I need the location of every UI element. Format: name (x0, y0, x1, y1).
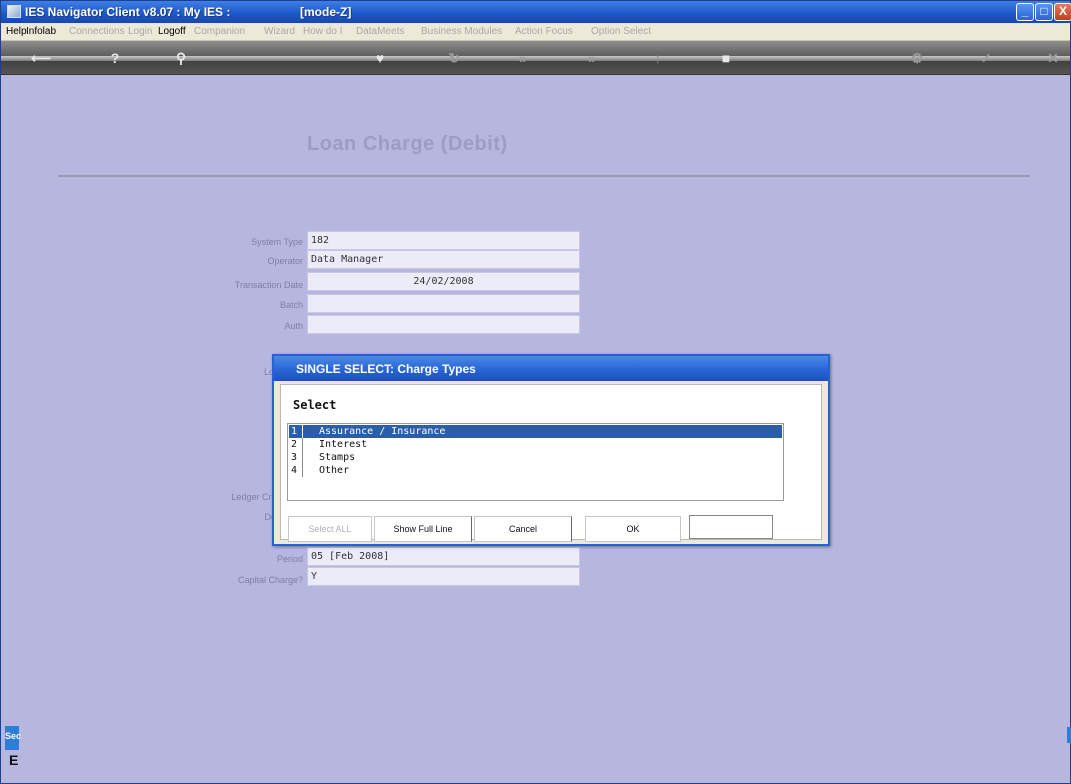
dialog-heading: Select (293, 398, 337, 412)
menu-action-focus: Action Focus (515, 26, 573, 37)
dialog-title: SINGLE SELECT: Charge Types (274, 356, 828, 381)
dialog-body: Select 1 Assurance / Insurance 2 Interes… (280, 384, 822, 542)
list-item[interactable]: 4 Other (289, 464, 782, 477)
ok-button[interactable]: OK (585, 516, 681, 542)
capital-charge-field[interactable]: Y (307, 567, 580, 586)
window-title: IES Navigator Client v8.07 : My IES : (25, 5, 231, 19)
side-glyph: E (9, 752, 19, 768)
menu-business-modules: Business Modules (421, 26, 503, 37)
list-item-label: Other (319, 465, 350, 476)
menu-wizard: Wizard (264, 26, 296, 37)
help-icon[interactable]: ? (105, 48, 125, 68)
title-bar: IES Navigator Client v8.07 : My IES : [m… (1, 1, 1071, 23)
charge-types-dialog: SINGLE SELECT: Charge Types Select 1 Ass… (272, 354, 830, 546)
auth-field[interactable] (307, 315, 580, 334)
operator-label: Operator (267, 256, 303, 266)
select-all-button: Select ALL (288, 516, 372, 542)
menu-help[interactable]: Help (6, 26, 27, 37)
menu-bar: Help Infolab Connections Login Logoff Co… (1, 23, 1070, 41)
settings-icon[interactable]: ⚙ (907, 48, 927, 68)
system-type-field[interactable]: 182 (307, 231, 580, 250)
list-item-number: 1 (291, 425, 303, 438)
menu-how-do-i: How do I (303, 26, 343, 37)
list-item-label: Stamps (319, 452, 356, 463)
list-item[interactable]: 3 Stamps (289, 451, 782, 464)
list-item-number: 4 (291, 464, 303, 477)
menu-datameets: DataMeets (356, 26, 405, 37)
check-icon[interactable]: ✓ (976, 48, 996, 68)
side-tab[interactable]: Sec (5, 726, 21, 750)
list-item-label: Interest (319, 439, 368, 450)
maximize-button[interactable]: □ (1035, 3, 1053, 21)
app-icon (7, 5, 21, 18)
heart-icon[interactable]: ♥ (370, 48, 390, 68)
forward-icon[interactable]: » (582, 48, 602, 68)
app-window: IES Navigator Client v8.07 : My IES : [m… (0, 0, 1071, 784)
charge-type-list[interactable]: 1 Assurance / Insurance 2 Interest 3 Sta… (287, 423, 784, 501)
list-item[interactable]: 1 Assurance / Insurance (289, 425, 782, 438)
period-label: Period (276, 554, 303, 564)
capital-charge-label: Capital Charge? (237, 575, 303, 585)
rewind-icon[interactable]: « (512, 48, 532, 68)
quick-select-input[interactable] (689, 515, 773, 539)
toolbar: ⟵ ? ⚲ ♥ ↻ « » ↑ ■ ⚙ ✓ ✕ (1, 41, 1070, 75)
batch-field[interactable] (307, 294, 580, 313)
batch-label: Batch (279, 300, 303, 310)
list-item-number: 2 (291, 438, 303, 451)
refresh-icon[interactable]: ↻ (444, 48, 464, 68)
menu-infolab[interactable]: Infolab (26, 26, 56, 37)
menu-login: Login (128, 26, 153, 37)
auth-label: Auth (284, 321, 303, 331)
menu-option-select: Option Select (591, 26, 652, 37)
menu-companion: Companion (194, 26, 246, 37)
list-item[interactable]: 2 Interest (289, 438, 782, 451)
list-item-number: 3 (291, 451, 303, 464)
right-edge-tab[interactable] (1067, 727, 1071, 743)
back-icon[interactable]: ⟵ (31, 48, 51, 68)
up-icon[interactable]: ↑ (648, 48, 668, 68)
operator-field[interactable]: Data Manager (307, 250, 580, 269)
stop-icon[interactable]: ■ (716, 48, 736, 68)
title-divider (58, 175, 1030, 177)
transaction-date-label: Transaction Date (234, 280, 303, 290)
period-field[interactable]: 05 [Feb 2008] (307, 547, 580, 566)
close-button[interactable]: X (1054, 3, 1071, 21)
mode-indicator: [mode-Z] (300, 5, 352, 19)
transaction-date-field[interactable]: 24/02/2008 (307, 272, 580, 291)
menu-connections: Connections (69, 26, 125, 37)
page-title: Loan Charge (Debit) (307, 133, 508, 155)
close-icon[interactable]: ✕ (1043, 48, 1063, 68)
menu-logoff[interactable]: Logoff (158, 26, 186, 37)
list-item-label: Assurance / Insurance (319, 426, 446, 437)
system-type-label: System Type (251, 237, 303, 247)
search-icon[interactable]: ⚲ (171, 48, 191, 68)
minimize-button[interactable]: _ (1016, 3, 1034, 21)
show-full-line-button[interactable]: Show Full Line (374, 516, 472, 542)
cancel-button[interactable]: Cancel (474, 516, 572, 542)
